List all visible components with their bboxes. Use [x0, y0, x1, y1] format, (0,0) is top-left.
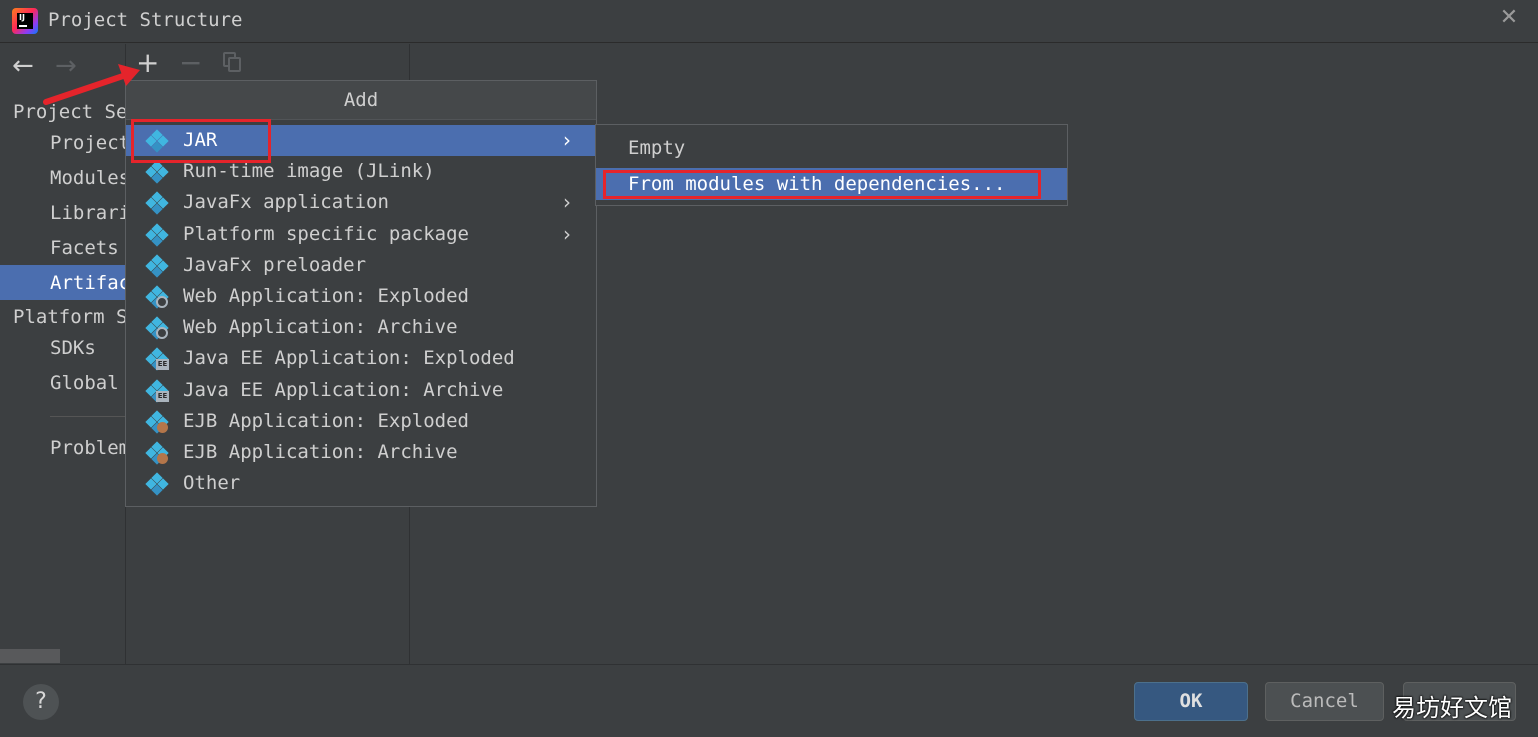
watermark: 易坊好文馆: [1392, 694, 1512, 722]
highlight-box-jar: [131, 119, 271, 163]
popup-title: Add: [126, 81, 596, 120]
ok-button[interactable]: OK: [1134, 682, 1248, 721]
sidebar-item-sdks[interactable]: SDKs: [50, 337, 96, 359]
sidebar-item-global-libraries[interactable]: Global: [50, 372, 119, 394]
chevron-right-icon: ›: [563, 222, 571, 246]
menu-item-label: Other: [183, 472, 241, 494]
menu-item[interactable]: Web Application: Archive: [126, 312, 596, 343]
sidebar-item-problems[interactable]: Problem: [50, 437, 125, 459]
sidebar-item-project[interactable]: Project: [50, 132, 125, 154]
menu-item-label: Java EE Application: Archive: [183, 379, 504, 401]
close-icon[interactable]: ✕: [1497, 6, 1521, 30]
sidebar-item-artifacts[interactable]: Artifac: [0, 265, 126, 300]
intellij-idea-icon: IJ: [12, 8, 38, 34]
back-arrow-icon[interactable]: ←: [12, 52, 34, 80]
menu-item[interactable]: EE Java EE Application: Archive: [126, 375, 596, 406]
menu-item-label: JavaFx preloader: [183, 254, 367, 276]
help-icon[interactable]: ?: [23, 684, 59, 720]
menu-item-label: Platform specific package: [183, 223, 469, 245]
artifact-icon: [145, 254, 169, 278]
artifact-icon: [145, 472, 169, 496]
menu-item[interactable]: Other: [126, 468, 596, 499]
ejb-artifact-icon: [145, 410, 169, 434]
remove-icon[interactable]: −: [179, 48, 202, 78]
chevron-right-icon: ›: [563, 190, 571, 214]
title-bar: IJ Project Structure ✕: [0, 0, 1538, 43]
sidebar-scrollbar[interactable]: [0, 649, 60, 663]
sidebar-divider: [50, 416, 125, 417]
artifact-icon: [145, 223, 169, 247]
menu-item-label: Web Application: Archive: [183, 316, 458, 338]
menu-item-label: EJB Application: Exploded: [183, 410, 469, 432]
menu-item[interactable]: JavaFx preloader: [126, 250, 596, 281]
chevron-right-icon: ›: [563, 128, 571, 152]
sidebar-item-facets[interactable]: Facets: [50, 237, 119, 259]
sidebar-item-modules[interactable]: Modules: [50, 167, 125, 189]
menu-item[interactable]: EE Java EE Application: Exploded: [126, 343, 596, 374]
menu-item-label: JavaFx application: [183, 191, 389, 213]
artifact-icon: [145, 191, 169, 215]
menu-item[interactable]: Web Application: Exploded: [126, 281, 596, 312]
cancel-button[interactable]: Cancel: [1265, 682, 1384, 721]
menu-item[interactable]: EJB Application: Archive: [126, 437, 596, 468]
menu-item-label: EJB Application: Archive: [183, 441, 458, 463]
web-artifact-icon: [145, 285, 169, 309]
submenu-item-empty[interactable]: Empty: [596, 132, 1067, 164]
menu-item[interactable]: EJB Application: Exploded: [126, 406, 596, 437]
menu-item-label: Java EE Application: Exploded: [183, 347, 515, 369]
ejb-artifact-icon: [145, 441, 169, 465]
sidebar-item-label: Artifac: [50, 272, 126, 294]
highlight-box-from-modules: [603, 170, 1041, 199]
submenu-item-label: Empty: [628, 137, 686, 159]
javaee-artifact-icon: EE: [145, 379, 169, 403]
javaee-artifact-icon: EE: [145, 347, 169, 371]
sidebar: ← → Project Se Project Modules Librari F…: [0, 44, 126, 664]
menu-item[interactable]: Platform specific package ›: [126, 219, 596, 250]
sidebar-section-platform-settings: Platform S: [13, 306, 126, 328]
annotation-arrow-icon: [43, 64, 140, 105]
web-artifact-icon: [145, 316, 169, 340]
window-title: Project Structure: [48, 9, 243, 31]
menu-item-label: Web Application: Exploded: [183, 285, 469, 307]
sidebar-item-libraries[interactable]: Librari: [50, 202, 125, 224]
menu-item[interactable]: JavaFx application ›: [126, 187, 596, 218]
artifact-icon: [145, 160, 169, 184]
copy-icon[interactable]: [223, 52, 241, 72]
